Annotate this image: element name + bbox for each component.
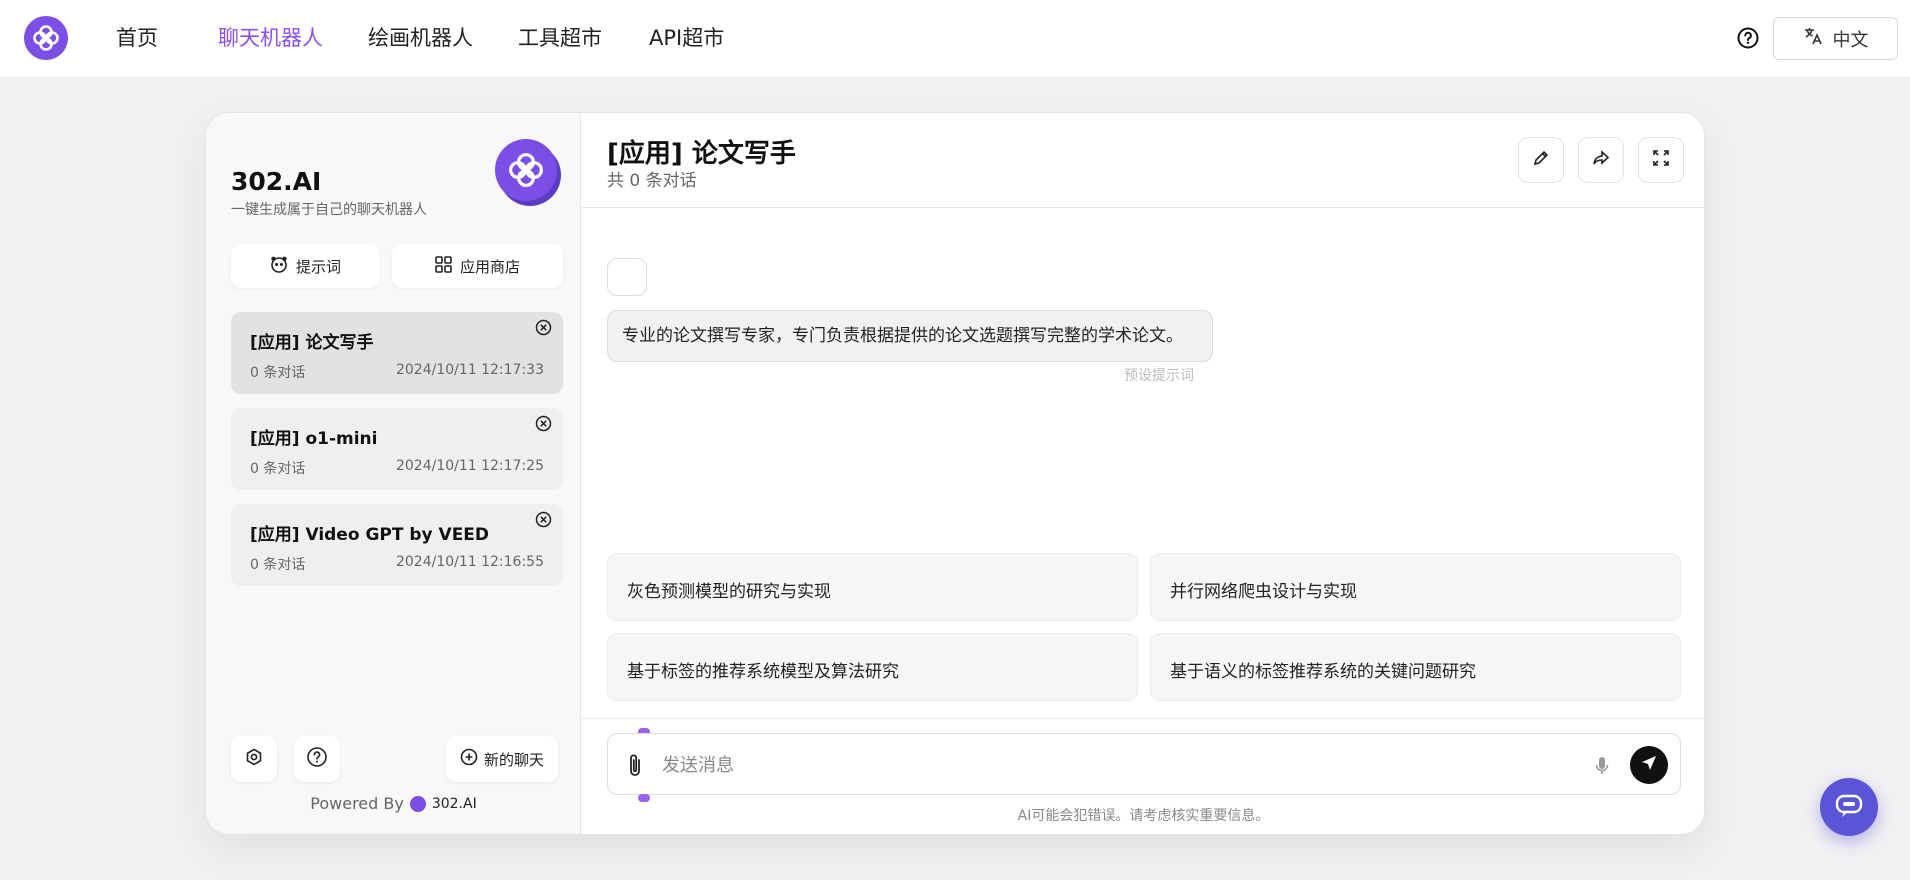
site-logo-icon[interactable]: [24, 16, 68, 60]
powered-by: Powered By 302.AI: [206, 794, 581, 813]
support-chat-button[interactable]: [1820, 778, 1878, 836]
question-icon: [306, 746, 328, 772]
sidebar: 302.AI 一键生成属于自己的聊天机器人 提示词 应用商店 [应用] 论文写手…: [206, 113, 581, 834]
prompt-button-label: 提示词: [295, 257, 341, 276]
powered-by-label: Powered By: [310, 794, 404, 813]
send-button[interactable]: [1630, 746, 1668, 784]
session-time: 2024/10/11 12:17:25: [395, 458, 544, 474]
delete-session-icon[interactable]: [534, 510, 552, 528]
settings-button[interactable]: [231, 736, 277, 782]
system-prompt-message: 专业的论文撰写专家，专门负责根据提供的论文选题撰写完整的学术论文。: [607, 310, 1213, 362]
nav-drawing-bot[interactable]: 绘画机器人: [368, 24, 473, 52]
prompt-button[interactable]: 提示词: [231, 244, 380, 288]
disclaimer: AI可能会犯错误。请考虑核实重要信息。: [1017, 808, 1270, 824]
brand-title: 302.AI: [231, 167, 322, 196]
language-label: 中文: [1832, 29, 1869, 51]
app-store-button[interactable]: 应用商店: [392, 244, 563, 288]
new-chat-button[interactable]: 新的聊天: [446, 736, 558, 782]
fullscreen-button[interactable]: [1638, 137, 1684, 183]
top-navigation: 首页 聊天机器人 绘画机器人 工具超市 API超市 中文: [0, 0, 1910, 78]
share-icon: [1592, 149, 1610, 171]
brand-subtitle: 一键生成属于自己的聊天机器人: [231, 202, 427, 218]
suggestion-chip[interactable]: 基于语义的标签推荐系统的关键问题研究: [1150, 633, 1681, 701]
pencil-icon: [1532, 149, 1550, 171]
session-item[interactable]: [应用] Video GPT by VEED 0 条对话 2024/10/11 …: [231, 504, 563, 586]
suggestion-chip[interactable]: 并行网络爬虫设计与实现: [1150, 553, 1681, 621]
chat-subtitle: 共 0 条对话: [607, 171, 697, 191]
share-button[interactable]: [1578, 137, 1624, 183]
nav-home[interactable]: 首页: [116, 24, 158, 52]
session-item[interactable]: [应用] 论文写手 0 条对话 2024/10/11 12:17:33: [231, 312, 563, 394]
suggestion-chip[interactable]: 灰色预测模型的研究与实现: [607, 553, 1138, 621]
delete-session-icon[interactable]: [534, 318, 552, 336]
nav-chatbot[interactable]: 聊天机器人: [218, 24, 323, 52]
expand-icon: [1652, 149, 1670, 171]
new-chat-label: 新的聊天: [483, 750, 544, 769]
session-item[interactable]: [应用] o1-mini 0 条对话 2024/10/11 12:17:25: [231, 408, 563, 490]
settings-icon: [244, 747, 264, 771]
microphone-icon[interactable]: [1592, 753, 1612, 779]
nav-api-market[interactable]: API超市: [649, 24, 724, 52]
nav-tool-market[interactable]: 工具超市: [518, 24, 602, 52]
plus-circle-icon: [460, 748, 478, 770]
mini-logo-icon: [409, 795, 426, 812]
message-composer: [607, 733, 1681, 795]
session-time: 2024/10/11 12:16:55: [395, 554, 544, 570]
chat-bubble-icon: [1834, 790, 1864, 824]
translate-icon: [1803, 26, 1823, 51]
bot-avatar: [607, 258, 647, 296]
message-hint: 预设提示词: [1124, 368, 1194, 384]
delete-session-icon[interactable]: [534, 414, 552, 432]
language-button[interactable]: 中文: [1773, 17, 1898, 60]
message-input[interactable]: [662, 752, 1542, 778]
edit-button[interactable]: [1518, 137, 1564, 183]
chat-title: [应用] 论文写手: [607, 139, 796, 169]
help-icon[interactable]: [1735, 25, 1761, 51]
session-title: [应用] o1-mini: [250, 429, 378, 449]
drag-handle-bottom[interactable]: [638, 794, 650, 802]
help-button[interactable]: [294, 736, 340, 782]
powered-brand[interactable]: 302.AI: [432, 796, 477, 812]
session-time: 2024/10/11 12:17:33: [395, 362, 544, 378]
session-title: [应用] Video GPT by VEED: [250, 525, 490, 545]
chat-window: 302.AI 一键生成属于自己的聊天机器人 提示词 应用商店 [应用] 论文写手…: [205, 112, 1705, 835]
session-count: 0 条对话: [250, 557, 306, 573]
chat-header: [应用] 论文写手 共 0 条对话: [581, 113, 1704, 208]
brand-logo-icon: [495, 139, 557, 201]
session-count: 0 条对话: [250, 461, 306, 477]
grid-icon: [435, 255, 452, 277]
suggestion-chip[interactable]: 基于标签的推荐系统模型及算法研究: [607, 633, 1138, 701]
send-icon: [1640, 754, 1658, 776]
app-store-label: 应用商店: [459, 257, 520, 276]
session-title: [应用] 论文写手: [250, 333, 374, 353]
composer-divider: [581, 718, 1704, 719]
session-count: 0 条对话: [250, 365, 306, 381]
panda-icon: [270, 255, 288, 277]
paperclip-icon[interactable]: [622, 751, 648, 779]
